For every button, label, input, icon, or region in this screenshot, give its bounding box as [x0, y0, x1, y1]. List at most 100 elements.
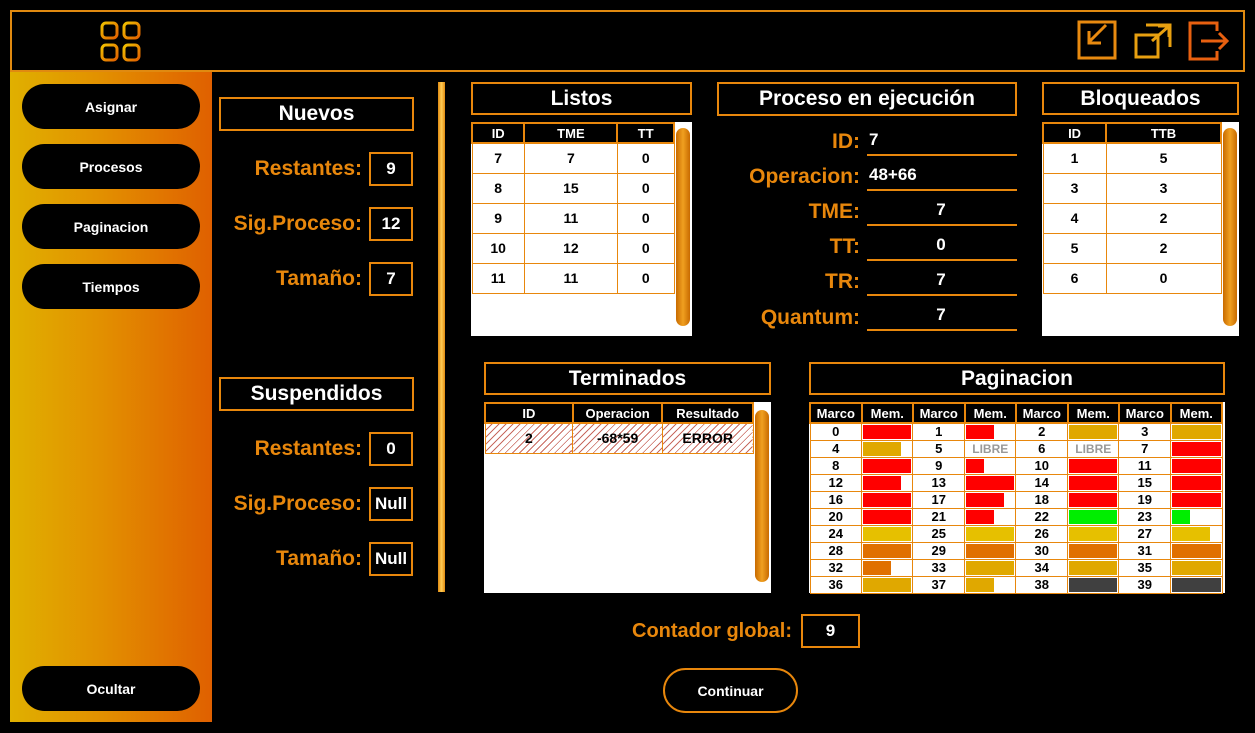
cell: 2 — [1105, 232, 1222, 264]
ocultar-button[interactable]: Ocultar — [22, 666, 200, 711]
minimize-icon[interactable] — [1076, 19, 1120, 63]
cell: 5 — [1042, 232, 1107, 264]
procesos-button[interactable]: Procesos — [22, 144, 200, 189]
table-row[interactable]: 15 — [1042, 142, 1222, 174]
cell: 9 — [471, 202, 525, 234]
frame-memory-bar — [861, 507, 914, 526]
asignar-button[interactable]: Asignar — [22, 84, 200, 129]
exit-icon[interactable] — [1187, 19, 1231, 63]
memory-fill — [966, 577, 995, 592]
listos-scrollbar[interactable] — [676, 128, 690, 326]
frame-number: 20 — [809, 507, 863, 526]
table-row: 4 5 LIBRE 6 LIBRE 7 — [809, 439, 1223, 458]
frame-number: 11 — [1118, 456, 1172, 475]
frame-libre: LIBRE — [1067, 439, 1120, 458]
table-row: 24 25 26 27 — [809, 524, 1223, 543]
frame-memory-bar — [964, 473, 1017, 492]
maximize-icon[interactable] — [1132, 19, 1176, 63]
pag-header-marco: Marco — [1014, 402, 1069, 424]
listos-title: Listos — [471, 82, 692, 115]
table-row[interactable]: 42 — [1042, 202, 1222, 234]
cell: 0 — [616, 202, 675, 234]
frame-number: 18 — [1015, 490, 1069, 509]
pag-header-mem: Mem. — [860, 402, 914, 424]
suspendidos-tam-label: Tamaño: — [276, 547, 362, 570]
ejecucion-id-label: ID: — [832, 130, 860, 153]
cell: 11 — [523, 202, 618, 234]
frame-memory-bar — [964, 456, 1017, 475]
nuevos-restantes-label: Restantes: — [254, 157, 362, 180]
frame-number: 25 — [912, 524, 966, 543]
terminados-scrollbar[interactable] — [755, 410, 769, 582]
table-row[interactable]: 60 — [1042, 262, 1222, 294]
paginacion-button[interactable]: Paginacion — [22, 204, 200, 249]
memory-fill — [966, 425, 995, 439]
frame-memory-bar — [861, 456, 914, 475]
frame-memory-bar — [861, 558, 914, 577]
frame-memory-bar — [1067, 473, 1120, 492]
divider — [438, 82, 445, 592]
memory-fill — [1069, 509, 1118, 524]
cell: 15 — [523, 172, 618, 204]
cell: 12 — [523, 232, 618, 264]
terminados-header-id: ID — [484, 402, 574, 424]
table-row[interactable]: 8 15 0 — [471, 172, 675, 204]
frame-memory-bar — [1170, 575, 1223, 594]
table-row: 0 1 2 3 — [809, 422, 1223, 441]
listos-header-tme: TME — [523, 122, 619, 144]
tiempos-button[interactable]: Tiempos — [22, 264, 200, 309]
table-row[interactable]: 11 11 0 — [471, 262, 675, 294]
memory-fill — [1172, 475, 1221, 490]
table-row[interactable]: 33 — [1042, 172, 1222, 204]
memory-fill — [966, 526, 1015, 541]
frame-memory-bar — [964, 575, 1017, 594]
top-bar — [10, 10, 1245, 72]
libre-label: LIBRE — [1075, 442, 1112, 456]
frame-number: 38 — [1015, 575, 1069, 594]
frame-number: 23 — [1118, 507, 1172, 526]
table-row[interactable]: 52 — [1042, 232, 1222, 264]
pag-header-mem: Mem. — [1066, 402, 1120, 424]
pag-header-mem: Mem. — [963, 402, 1017, 424]
table-row[interactable]: 2 -68*59 ERROR — [484, 422, 754, 454]
apps-icon[interactable] — [100, 21, 142, 63]
ejecucion-tt-label: TT: — [829, 235, 860, 258]
frame-number: 32 — [809, 558, 863, 577]
memory-fill — [1172, 441, 1221, 456]
frame-memory-bar — [861, 473, 914, 492]
memory-fill — [1172, 577, 1221, 592]
table-row: 28 29 30 31 — [809, 541, 1223, 560]
cell: 8 — [471, 172, 525, 204]
cell: 5 — [1105, 142, 1222, 174]
sidebar: Asignar Procesos Paginacion Tiempos Ocul… — [10, 72, 212, 722]
cell: 0 — [616, 232, 675, 264]
cell: 1 — [1042, 142, 1107, 174]
table-row: 16 17 18 19 — [809, 490, 1223, 509]
table-row[interactable]: 10 12 0 — [471, 232, 675, 264]
memory-fill — [1069, 458, 1118, 473]
memory-fill — [1069, 577, 1118, 592]
frame-memory-bar — [1170, 473, 1223, 492]
frame-memory-bar — [1067, 558, 1120, 577]
table-row[interactable]: 9 11 0 — [471, 202, 675, 234]
cell: 10 — [471, 232, 525, 264]
bloqueados-scrollbar[interactable] — [1223, 128, 1237, 326]
ejecucion-tr-value: 7 — [867, 266, 1017, 296]
cell: 3 — [1042, 172, 1107, 204]
continuar-button[interactable]: Continuar — [663, 668, 798, 713]
memory-fill — [966, 458, 985, 473]
memory-fill — [863, 526, 912, 541]
frame-memory-bar — [1067, 507, 1120, 526]
frame-memory-bar — [861, 422, 914, 441]
memory-fill — [1069, 526, 1118, 541]
frame-memory-bar — [1170, 507, 1223, 526]
ejecucion-id-value: 7 — [867, 126, 1017, 156]
ejecucion-tr-label: TR: — [825, 270, 860, 293]
cell: 0 — [616, 262, 675, 294]
memory-fill — [863, 492, 912, 507]
frame-number: 27 — [1118, 524, 1172, 543]
frame-number: 29 — [912, 541, 966, 560]
pag-header-marco: Marco — [1117, 402, 1172, 424]
table-row[interactable]: 770 — [471, 142, 675, 174]
memory-fill — [1172, 492, 1221, 507]
